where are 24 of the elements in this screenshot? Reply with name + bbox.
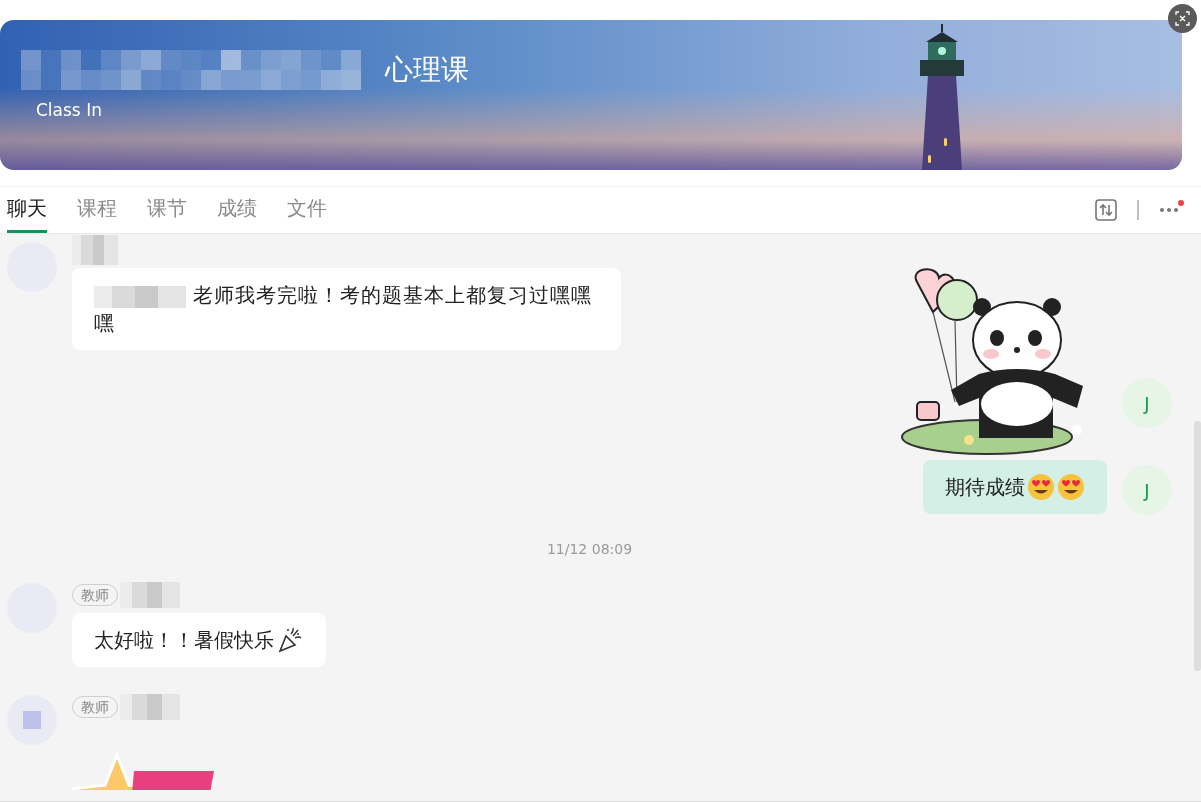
swap-arrows-icon (1095, 199, 1117, 221)
heart-eyes-emoji-icon (1027, 473, 1055, 501)
user-avatar[interactable]: J (1122, 378, 1172, 428)
redacted-name (72, 235, 118, 265)
tab[interactable]: 课程 (77, 187, 117, 233)
message-bubble: 太好啦！！暑假快乐 (72, 613, 326, 667)
user-avatar[interactable]: J (1122, 465, 1172, 515)
user-avatar[interactable] (7, 695, 57, 745)
screenshot-button[interactable] (1168, 4, 1197, 33)
party-popper-icon (276, 626, 304, 654)
redacted-name (120, 582, 180, 608)
more-dots-icon (1159, 207, 1179, 213)
tab[interactable]: 课节 (147, 187, 187, 233)
heart-eyes-emoji-icon (1057, 473, 1085, 501)
message-bubble: 老师我考完啦！考的题基本上都复习过嘿嘿嘿 (72, 268, 621, 350)
tab[interactable]: 文件 (287, 187, 327, 233)
message-bubble: 期待成绩 (923, 460, 1107, 514)
tab[interactable]: 成绩 (217, 187, 257, 233)
redacted-name (120, 694, 180, 720)
timestamp: 11/12 08:09 (546, 541, 633, 557)
class-title: 心理课 (385, 52, 469, 88)
screenshot-icon (1175, 11, 1190, 26)
class-subtitle: Class In (36, 100, 103, 120)
sort-button[interactable] (1095, 199, 1117, 221)
